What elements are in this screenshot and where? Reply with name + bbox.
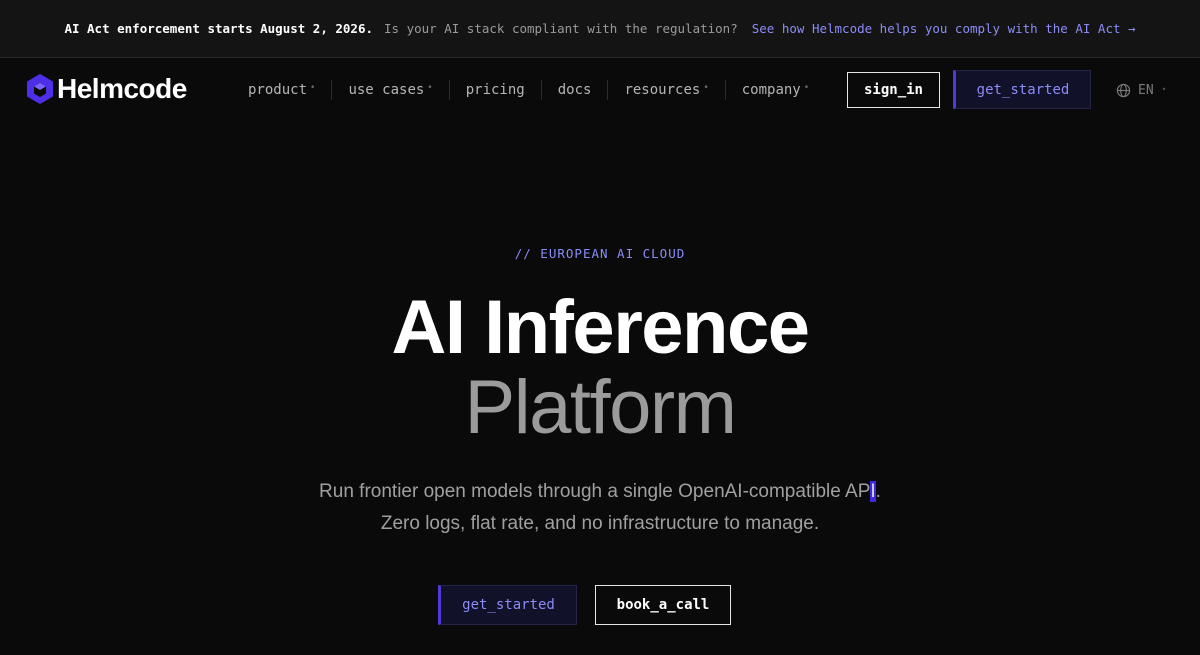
hero-subtitle-line1: Run frontier open models through a singl… xyxy=(0,480,1200,504)
menu-item-use-cases[interactable]: use cases • xyxy=(331,80,448,100)
announcement-link[interactable]: See how Helmcode helps you comply with t… xyxy=(752,21,1136,36)
subtitle-text: Run frontier open models through a singl… xyxy=(319,481,871,502)
menu-item-company[interactable]: company • xyxy=(724,80,825,100)
dropdown-dot-icon: • xyxy=(803,83,810,93)
logo-text: Helmcode xyxy=(57,73,187,104)
globe-icon xyxy=(1116,83,1131,97)
hero-subtitle-line2: Zero logs, flat rate, and no infrastruct… xyxy=(380,513,820,534)
hero-title-line1: AI Inference xyxy=(391,285,810,370)
dropdown-dot-icon: • xyxy=(310,83,316,93)
book-a-call-button[interactable]: book_a_call xyxy=(595,585,731,625)
menu-item-label: docs xyxy=(557,82,592,98)
menu-item-resources[interactable]: resources • xyxy=(607,80,724,100)
dropdown-dot-icon: • xyxy=(703,83,709,93)
language-selector[interactable]: EN • xyxy=(1116,80,1166,100)
menu-item-pricing[interactable]: pricing xyxy=(448,80,541,100)
announcement-question: Is your AI stack compliant with the regu… xyxy=(384,21,738,36)
hero-get-started-button[interactable]: get_started xyxy=(438,585,577,625)
hexagon-cube-icon xyxy=(27,74,53,104)
announcement-bar: AI Act enforcement starts August 2, 2026… xyxy=(0,0,1200,58)
menu-item-docs[interactable]: docs xyxy=(540,80,608,100)
announcement-headline: AI Act enforcement starts August 2, 2026… xyxy=(64,21,374,36)
menu-item-label: product xyxy=(248,82,308,98)
menu-item-label: resources xyxy=(624,82,701,98)
sign-in-button[interactable]: sign_in xyxy=(847,72,940,108)
main-menu: product • use cases • pricing docs resou… xyxy=(232,78,825,102)
hero-title-line2: Platform xyxy=(464,365,737,450)
hero-eyebrow: // EUROPEAN AI CLOUD xyxy=(514,246,686,261)
nav-get-started-button[interactable]: get_started xyxy=(953,70,1091,109)
menu-item-product[interactable]: product • xyxy=(232,80,331,100)
dropdown-dot-icon: • xyxy=(427,83,433,93)
logo[interactable]: Helmcode xyxy=(26,72,187,106)
menu-item-label: use cases xyxy=(348,82,425,98)
dropdown-dot-icon: • xyxy=(1161,84,1167,94)
subtitle-text-end: . xyxy=(875,481,881,502)
menu-item-label: pricing xyxy=(465,82,525,98)
top-nav: Helmcode product • use cases • pricing d… xyxy=(0,58,1200,122)
language-label: EN xyxy=(1138,82,1154,98)
menu-item-label: company xyxy=(741,82,801,98)
